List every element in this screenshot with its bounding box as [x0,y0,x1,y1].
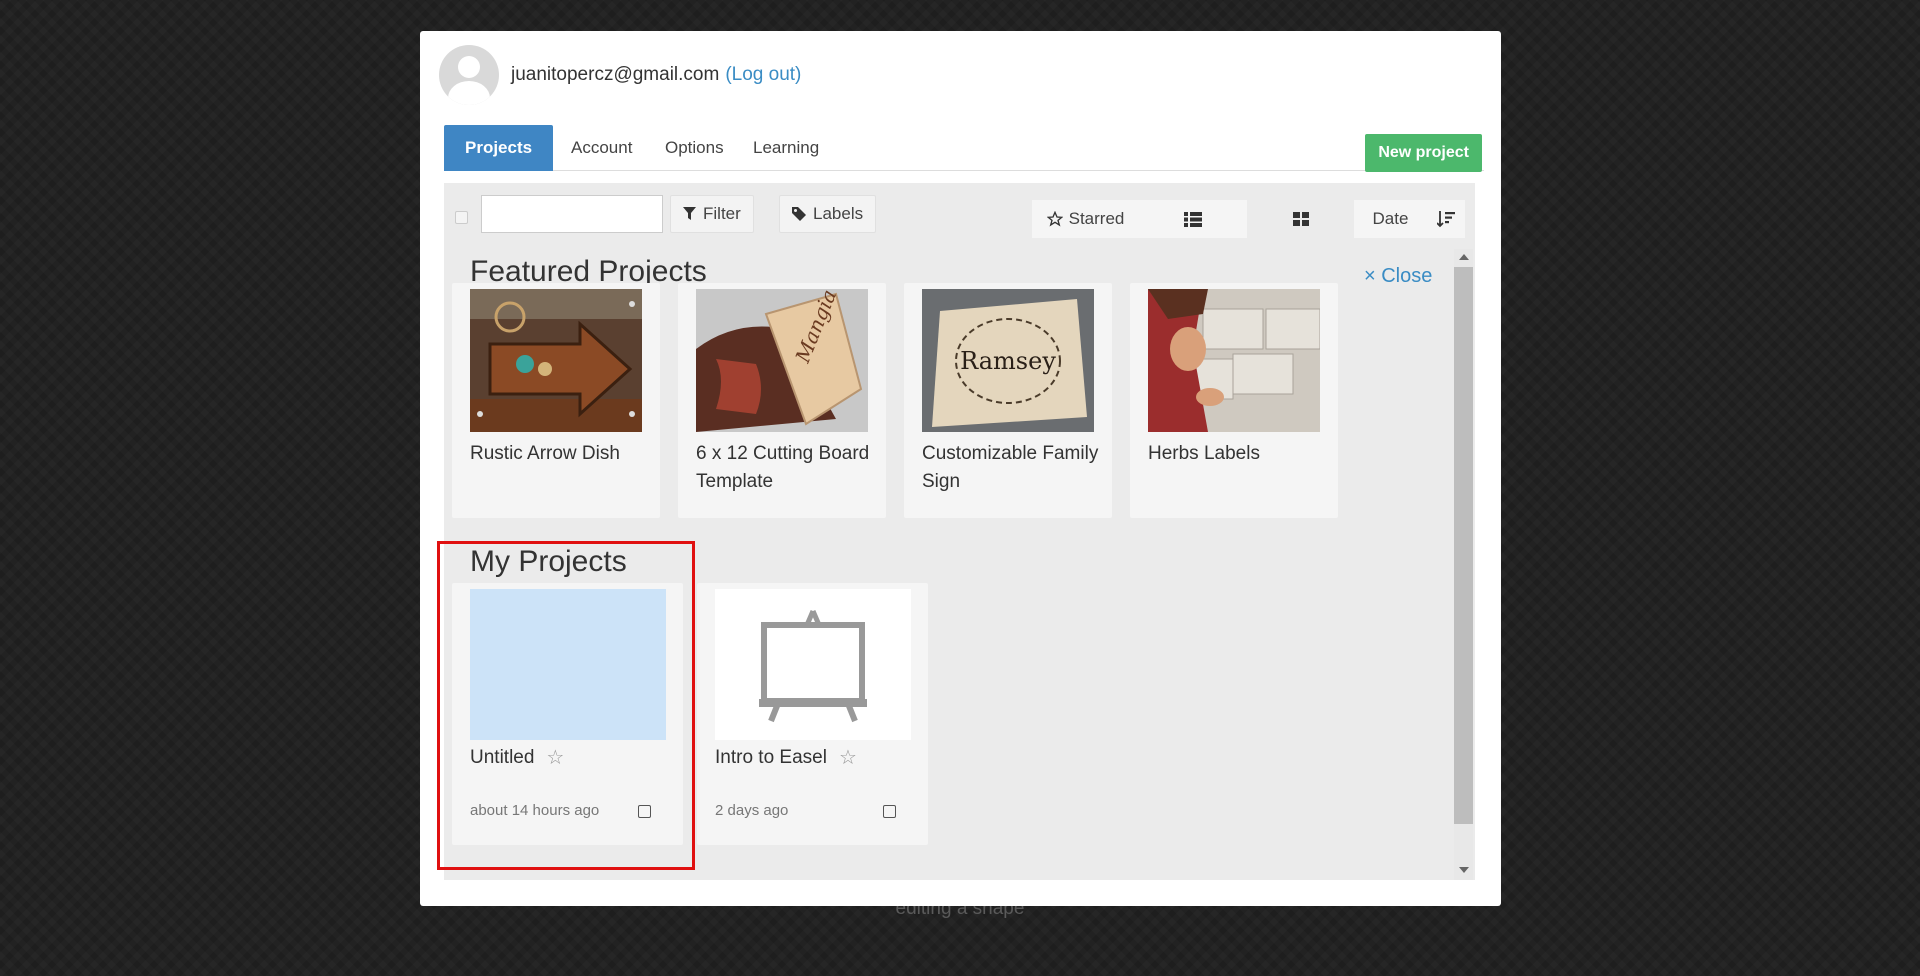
project-thumbnail [715,589,911,740]
project-thumbnail [470,589,666,740]
project-select-checkbox[interactable] [883,805,896,818]
projects-panel: Filter Labels Starred Date Featured Proj… [444,183,1475,880]
toolbar: Filter Labels Starred Date [444,183,1475,239]
project-select-checkbox[interactable] [638,805,651,818]
project-thumbnail [1148,289,1320,432]
labels-button[interactable]: Labels [779,195,877,233]
featured-project-name: Rustic Arrow Dish [470,443,620,464]
grid-icon [1292,212,1309,226]
project-thumbnail: Mangia bene [696,289,868,432]
starred-label: Starred [1068,209,1125,228]
project-thumbnail [470,289,642,432]
select-all-checkbox[interactable] [455,211,468,224]
grid-view-button[interactable] [1247,200,1354,238]
project-name: Intro to Easel [715,746,827,768]
svg-text:Ramsey: Ramsey [960,347,1056,375]
featured-project-card[interactable]: Mangia bene 6 x 12 Cutting Board Templat… [678,283,886,518]
vertical-scrollbar[interactable] [1454,249,1473,880]
filter-label: Filter [703,204,741,223]
project-modified-time: about 14 hours ago [470,802,600,819]
projects-modal: juanitopercz@gmail.com (Log out) Project… [420,31,1501,906]
list-icon [1184,211,1202,227]
star-outline-icon [1046,211,1063,227]
labels-label: Labels [813,204,864,223]
new-project-button[interactable]: New project [1365,134,1482,172]
project-modified-time: 2 days ago [715,802,789,819]
close-featured-link[interactable]: × Close [1364,265,1432,288]
star-icon[interactable]: ☆ [839,745,857,770]
easel-icon [759,610,867,723]
filter-icon [683,207,696,220]
my-project-card[interactable]: Untitled ☆ about 14 hours ago [452,583,683,845]
scrollbar-thumb[interactable] [1454,267,1473,824]
my-projects-heading: My Projects [470,545,627,578]
tab-options[interactable]: Options [644,125,745,171]
scroll-down-arrow-icon[interactable] [1459,867,1469,873]
list-view-button[interactable] [1139,200,1247,238]
tab-account[interactable]: Account [550,125,653,171]
user-info: juanitopercz@gmail.com (Log out) [439,45,801,105]
project-thumbnail: Ramsey [922,289,1094,432]
sort-descending-icon [1437,211,1455,228]
star-icon[interactable]: ☆ [546,745,564,770]
sort-label: Date [1372,209,1409,228]
user-email: juanitopercz@gmail.com [511,64,720,85]
sort-order-button[interactable] [1427,200,1465,238]
featured-project-card[interactable]: Ramsey Customizable Family Sign [904,283,1112,518]
tab-bar: Projects Account Options Learning [444,125,1484,171]
filter-button[interactable]: Filter [670,195,754,233]
projects-scroll-area[interactable]: Featured Projects × Close Rustic Arrow D… [444,249,1475,880]
featured-project-card[interactable]: Herbs Labels [1130,283,1338,518]
featured-project-name: Customizable Family Sign [922,443,1099,492]
featured-project-name: 6 x 12 Cutting Board Template [696,443,870,492]
featured-project-card[interactable]: Rustic Arrow Dish [452,283,660,518]
starred-filter-button[interactable]: Starred [1032,200,1139,238]
tab-learning[interactable]: Learning [732,125,840,171]
tab-projects[interactable]: Projects [444,125,554,171]
my-project-card[interactable]: Intro to Easel ☆ 2 days ago [697,583,928,845]
project-name: Untitled [470,746,535,768]
logout-link[interactable]: (Log out) [725,64,801,86]
search-input[interactable] [481,195,663,233]
scroll-up-arrow-icon[interactable] [1459,254,1469,260]
avatar [439,45,499,105]
tag-icon [792,207,806,221]
featured-project-name: Herbs Labels [1148,443,1260,464]
sort-date-button[interactable]: Date [1354,200,1427,238]
view-controls: Starred Date [1032,200,1465,238]
